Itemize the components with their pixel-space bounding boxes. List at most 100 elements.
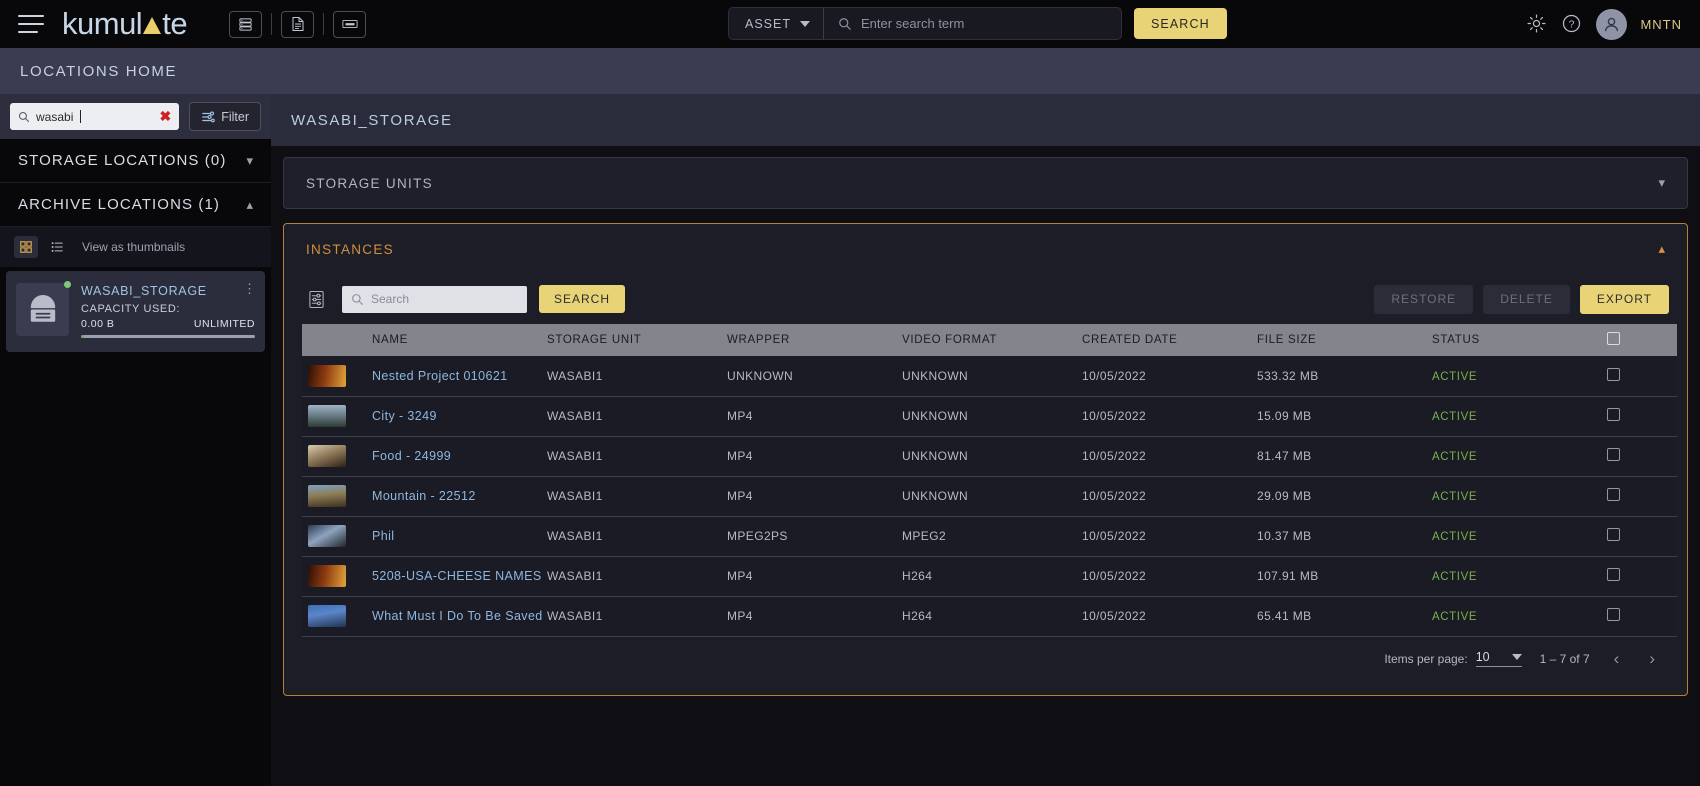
app-logo: kumul te [62, 6, 188, 42]
question-circle-icon[interactable]: ? [1561, 13, 1583, 35]
select-all-checkbox[interactable] [1607, 332, 1620, 345]
instances-search-input[interactable]: Search [342, 285, 527, 313]
col-wrapper[interactable]: WRAPPER [727, 324, 902, 356]
tape-drive-icon[interactable] [333, 10, 367, 38]
delete-button[interactable]: DELETE [1483, 284, 1570, 314]
chevron-down-icon [800, 20, 810, 27]
location-card-wasabi-storage[interactable]: WASABI_STORAGE CAPACITY USED: 0.00 B UNL… [6, 271, 265, 352]
search-scope-select[interactable]: ASSET [729, 8, 824, 39]
logo-triangle-icon [143, 16, 162, 34]
table-header-row: NAME STORAGE UNIT WRAPPER VIDEO FORMAT C… [302, 324, 1677, 356]
row-thumbnail-cell [302, 476, 372, 516]
asset-name-link[interactable]: Mountain - 22512 [372, 489, 476, 503]
row-wrapper-cell: MP4 [727, 489, 753, 503]
pagination-range-label: 1 – 7 of 7 [1539, 651, 1590, 666]
row-file-size-cell: 10.37 MB [1257, 529, 1312, 543]
user-avatar-icon[interactable] [1596, 8, 1628, 40]
row-checkbox[interactable] [1607, 488, 1620, 501]
row-storage-unit-cell: WASABI1 [547, 368, 603, 383]
instances-table: NAME STORAGE UNIT WRAPPER VIDEO FORMAT C… [302, 324, 1677, 637]
asset-name-link[interactable]: Nested Project 010621 [372, 369, 508, 383]
asset-name-link[interactable]: Food - 24999 [372, 449, 451, 463]
asset-name-link[interactable]: Phil [372, 529, 394, 543]
row-select-cell [1607, 596, 1677, 636]
hamburger-menu-icon[interactable] [18, 15, 44, 33]
storage-units-panel-header[interactable]: STORAGE UNITS ▾ [284, 158, 1687, 208]
row-storage-unit-cell: WASABI1 [547, 489, 603, 503]
location-card-capacity-values: 0.00 B UNLIMITED [81, 318, 255, 330]
asset-name-link[interactable]: City - 3249 [372, 409, 437, 423]
row-created-date-cell: 10/05/2022 [1082, 409, 1147, 423]
row-wrapper-cell: MPEG2PS [727, 529, 788, 543]
items-per-page-select[interactable]: 10 [1475, 650, 1522, 667]
row-wrapper-cell: MP4 [727, 609, 753, 623]
row-created-date-cell: 10/05/2022 [1082, 368, 1147, 383]
chevron-up-icon[interactable]: ▴ [1658, 241, 1665, 257]
storage-server-icon[interactable] [229, 10, 263, 38]
restore-button[interactable]: RESTORE [1374, 284, 1474, 314]
row-checkbox[interactable] [1607, 408, 1620, 421]
document-icon[interactable] [281, 10, 315, 38]
row-status-cell: ACTIVE [1432, 476, 1607, 516]
chevron-down-icon[interactable]: ▾ [1658, 175, 1665, 191]
asset-name-link[interactable]: 5208-USA-CHEESE NAMES [372, 569, 542, 583]
more-vertical-icon[interactable]: ⋮ [243, 282, 256, 295]
row-checkbox[interactable] [1607, 448, 1620, 461]
global-search-button[interactable]: SEARCH [1134, 8, 1227, 39]
sidebar-search-input[interactable]: wasabi ✖ [10, 103, 180, 130]
logo-text-part2: te [162, 6, 188, 41]
row-file-size-cell: 65.41 MB [1257, 609, 1312, 623]
row-thumbnail-cell [302, 516, 372, 556]
export-button[interactable]: EXPORT [1579, 284, 1669, 314]
filter-button[interactable]: Filter [189, 102, 261, 131]
row-checkbox[interactable] [1607, 528, 1620, 541]
sidebar-section-archive-locations[interactable]: ARCHIVE LOCATIONS (1) ▴ [0, 183, 271, 227]
row-video-format-cell: UNKNOWN [902, 489, 969, 503]
clear-x-icon[interactable]: ✖ [159, 108, 171, 125]
row-select-cell [1607, 516, 1677, 556]
gear-icon[interactable] [1526, 13, 1548, 35]
row-status-cell: ACTIVE [1432, 556, 1607, 596]
col-storage-unit[interactable]: STORAGE UNIT [547, 324, 727, 356]
instances-panel-header[interactable]: INSTANCES ▴ [284, 224, 1687, 274]
items-per-page-label: Items per page: [1384, 651, 1468, 666]
row-name-cell: 5208-USA-CHEESE NAMES [372, 556, 547, 596]
row-checkbox[interactable] [1607, 568, 1620, 581]
capacity-used-value: 0.00 B [81, 318, 115, 330]
row-select-cell [1607, 556, 1677, 596]
col-created-date[interactable]: CREATED DATE [1082, 324, 1257, 356]
row-status-cell: ACTIVE [1432, 356, 1607, 396]
grid-view-icon[interactable] [14, 236, 38, 258]
table-row[interactable]: 5208-USA-CHEESE NAMES WASABI1 MP4 H264 10/05… [302, 556, 1677, 596]
items-per-page-value: 10 [1475, 650, 1490, 664]
view-mode-label: View as thumbnails [82, 240, 186, 254]
row-checkbox[interactable] [1607, 608, 1620, 621]
col-status[interactable]: STATUS [1432, 324, 1607, 356]
column-settings-icon[interactable] [302, 285, 330, 313]
table-row[interactable]: Phil WASABI1 MPEG2PS MPEG2 10/05/2022 10.37 M… [302, 516, 1677, 556]
asset-thumbnail-icon [308, 525, 346, 547]
svg-text:?: ? [1569, 19, 1575, 31]
col-file-size[interactable]: FILE SIZE [1257, 324, 1432, 356]
global-search-field[interactable]: Enter search term [824, 8, 1121, 39]
table-row[interactable]: Nested Project 010621 WASABI1 UNKNOWN UNKNO… [302, 356, 1677, 396]
status-badge: ACTIVE [1432, 370, 1478, 383]
col-name[interactable]: NAME [372, 324, 547, 356]
instances-toolbar: Search SEARCH RESTORE DELETE EXPORT [302, 274, 1669, 324]
table-row[interactable]: Mountain - 22512 WASABI1 MP4 UNKNOWN 10/05/2… [302, 476, 1677, 516]
instances-search-button[interactable]: SEARCH [539, 285, 626, 313]
instances-panel-title: INSTANCES [306, 241, 394, 257]
chevron-right-icon[interactable]: › [1643, 649, 1661, 669]
list-view-icon[interactable] [45, 236, 69, 258]
col-video-format[interactable]: VIDEO FORMAT [902, 324, 1082, 356]
row-checkbox[interactable] [1607, 367, 1620, 381]
location-card-capacity-label: CAPACITY USED: [81, 303, 181, 315]
chevron-left-icon[interactable]: ‹ [1608, 649, 1626, 669]
sidebar-section-storage-locations[interactable]: STORAGE LOCATIONS (0) ▾ [0, 139, 271, 183]
table-row[interactable]: Food - 24999 WASABI1 MP4 UNKNOWN 10/05/2022 8… [302, 436, 1677, 476]
table-row[interactable]: What Must I Do To Be Saved WASABI1 MP4 H264… [302, 596, 1677, 636]
global-search-box: ASSET Enter search term [728, 7, 1122, 40]
asset-name-link[interactable]: What Must I Do To Be Saved [372, 609, 543, 623]
instances-table-header: NAME STORAGE UNIT WRAPPER VIDEO FORMAT C… [302, 324, 1677, 356]
table-row[interactable]: City - 3249 WASABI1 MP4 UNKNOWN 10/05/2022 15… [302, 396, 1677, 436]
